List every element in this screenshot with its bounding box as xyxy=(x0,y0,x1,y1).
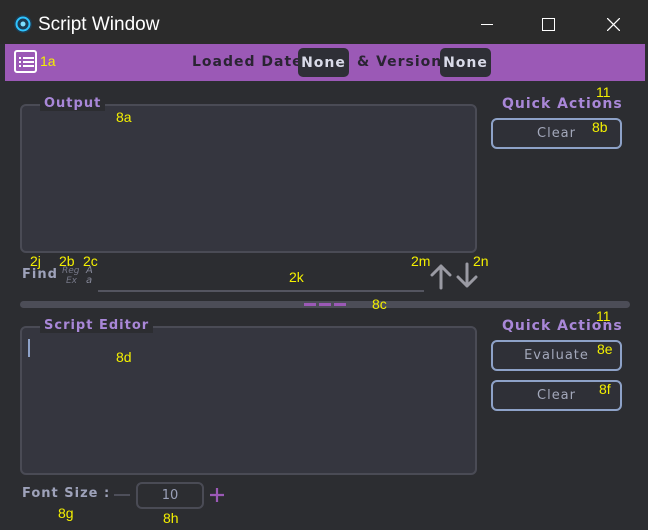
match-case-toggle[interactable]: A a xyxy=(86,266,93,286)
output-panel[interactable] xyxy=(20,104,477,253)
font-size-input[interactable]: 10 xyxy=(136,482,204,509)
loaded-date-value: None xyxy=(298,48,349,77)
find-label: Find xyxy=(22,267,58,282)
regex-toggle-bottom: Ex xyxy=(66,276,78,286)
output-clear-label: Clear xyxy=(537,126,576,141)
annotation-8g: 8g xyxy=(58,505,74,521)
splitter-grip[interactable] xyxy=(304,303,316,306)
minimize-icon xyxy=(481,24,493,25)
annotation-8e: 8e xyxy=(597,341,613,357)
find-input-underline xyxy=(98,290,424,292)
annotation-8a: 8a xyxy=(116,109,132,125)
annotation-8d: 8d xyxy=(116,349,132,365)
maximize-icon xyxy=(541,17,555,31)
annotation-8f: 8f xyxy=(599,381,611,397)
arrow-up-icon[interactable] xyxy=(430,262,452,290)
app-icon xyxy=(14,15,32,33)
annotation-11: 11 xyxy=(596,84,611,100)
close-icon xyxy=(606,17,620,31)
list-menu-icon[interactable] xyxy=(14,50,37,73)
minimize-button[interactable] xyxy=(464,8,510,40)
annotation-2k: 2k xyxy=(289,269,304,285)
loaded-date-label: Loaded Date xyxy=(192,54,303,70)
text-caret xyxy=(28,339,30,357)
close-button[interactable] xyxy=(590,8,636,40)
script-editor-title: Script Editor xyxy=(40,318,154,333)
maximize-button[interactable] xyxy=(525,8,571,40)
annotation-1a: 1a xyxy=(40,53,56,69)
annotation-8c: 8c xyxy=(372,296,387,312)
annotation-8h: 8h xyxy=(163,510,179,526)
regex-toggle[interactable]: Reg Ex xyxy=(62,266,80,286)
font-size-value: 10 xyxy=(161,488,179,503)
font-size-label: Font Size : xyxy=(22,486,111,501)
script-editor[interactable] xyxy=(20,326,477,475)
annotation-8b: 8b xyxy=(592,119,608,135)
regex-toggle-top: Reg xyxy=(62,266,80,276)
editor-clear-label: Clear xyxy=(537,388,576,403)
annotation-2m: 2m xyxy=(411,253,431,269)
annotation-11: 11 xyxy=(596,308,611,324)
version-label: & Version xyxy=(357,54,443,70)
arrow-down-icon[interactable] xyxy=(456,262,478,290)
minus-icon[interactable] xyxy=(114,494,130,496)
evaluate-label: Evaluate xyxy=(524,348,589,363)
output-title: Output xyxy=(40,96,106,111)
plus-icon[interactable] xyxy=(208,486,226,504)
splitter-grip[interactable] xyxy=(334,303,346,306)
match-case-bottom: a xyxy=(86,275,93,286)
splitter-grip[interactable] xyxy=(319,303,331,306)
find-input[interactable] xyxy=(98,266,424,290)
version-value: None xyxy=(440,48,491,77)
window-title: Script Window xyxy=(38,14,160,35)
